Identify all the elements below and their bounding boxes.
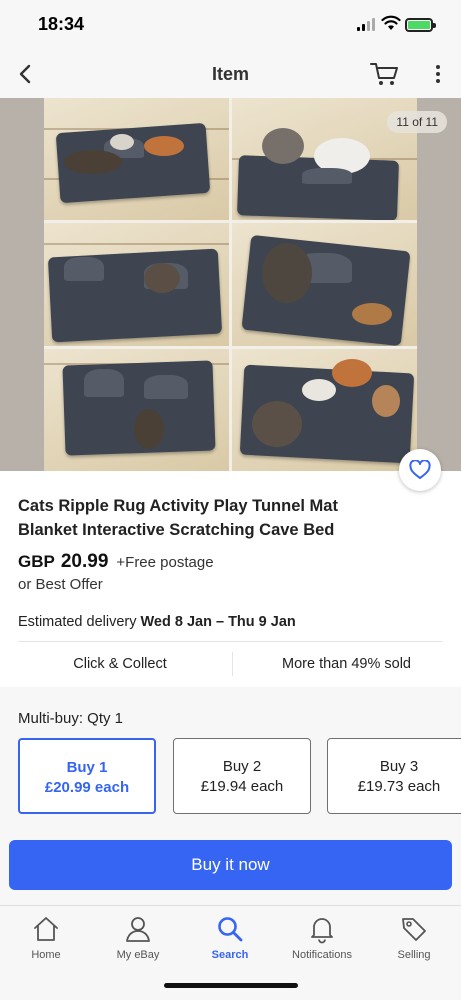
- product-title: Cats Ripple Rug Activity Play Tunnel Mat…: [18, 497, 338, 539]
- signal-icon: [357, 18, 377, 31]
- watchlist-button[interactable]: [399, 449, 441, 491]
- best-offer-text: or Best Offer: [18, 576, 103, 593]
- tab-label: Home: [31, 949, 61, 961]
- multibuy-section: Multi-buy: Qty 1 Buy 1 £20.99 each Buy 2…: [0, 687, 461, 905]
- more-options-icon[interactable]: [428, 62, 448, 86]
- status-time: 18:34: [38, 14, 85, 34]
- nav-bar: Item: [0, 50, 461, 98]
- option-quantity: Buy 2: [222, 758, 262, 775]
- search-icon: [218, 917, 243, 942]
- sold-percentage-text: More than 49% sold: [282, 656, 411, 672]
- click-collect-text: Click & Collect: [73, 656, 167, 672]
- home-indicator: [164, 983, 298, 988]
- option-quantity: Buy 3: [379, 758, 419, 775]
- option-quantity: Buy 1: [66, 759, 108, 776]
- multibuy-option-3[interactable]: Buy 3 £19.73 each: [327, 738, 461, 814]
- tag-icon: [402, 918, 426, 941]
- multibuy-option-1[interactable]: Buy 1 £20.99 each: [18, 738, 156, 814]
- delivery-dates: Wed 8 Jan – Thu 9 Jan: [140, 614, 296, 630]
- cart-icon[interactable]: [369, 60, 401, 88]
- tab-home[interactable]: Home: [0, 914, 92, 974]
- price-row: GBP 20.99 +Free postage: [18, 551, 214, 573]
- info-strip: Click & Collect More than 49% sold: [0, 642, 461, 686]
- back-arrow-icon[interactable]: [14, 60, 38, 88]
- home-icon: [34, 917, 58, 941]
- price-amount: 20.99: [60, 551, 109, 572]
- tab-label: My eBay: [116, 949, 160, 961]
- postage-info: +Free postage: [116, 554, 214, 571]
- battery-icon: [405, 18, 436, 32]
- product-image-gallery[interactable]: 11 of 11: [0, 98, 461, 471]
- option-price: £19.73 each: [357, 778, 441, 795]
- tab-label: Selling: [397, 949, 431, 961]
- person-icon: [126, 917, 150, 942]
- bell-icon: [311, 918, 333, 944]
- estimated-delivery: Estimated delivery Wed 8 Jan – Thu 9 Jan: [18, 614, 296, 630]
- price-currency: GBP: [18, 552, 55, 571]
- tab-notifications[interactable]: Notifications: [276, 914, 368, 974]
- tab-label: Notifications: [292, 949, 352, 961]
- delivery-label: Estimated delivery: [18, 614, 141, 630]
- multibuy-label: Multi-buy: Qty 1: [18, 710, 124, 727]
- tab-label: Search: [211, 949, 249, 961]
- wifi-icon: [381, 15, 401, 30]
- product-photo[interactable]: [44, 98, 417, 471]
- tab-search[interactable]: Search: [184, 914, 276, 974]
- tab-selling[interactable]: Selling: [368, 914, 460, 974]
- option-price: £19.94 each: [200, 778, 284, 795]
- buy-it-now-button[interactable]: Buy it now: [9, 840, 452, 890]
- heart-icon: [409, 460, 431, 479]
- status-bar: 18:34: [0, 0, 461, 50]
- tab-my-ebay[interactable]: My eBay: [92, 914, 184, 974]
- option-price: £20.99 each: [44, 779, 130, 796]
- image-counter-badge: 11 of 11: [387, 111, 447, 133]
- multibuy-option-2[interactable]: Buy 2 £19.94 each: [173, 738, 311, 814]
